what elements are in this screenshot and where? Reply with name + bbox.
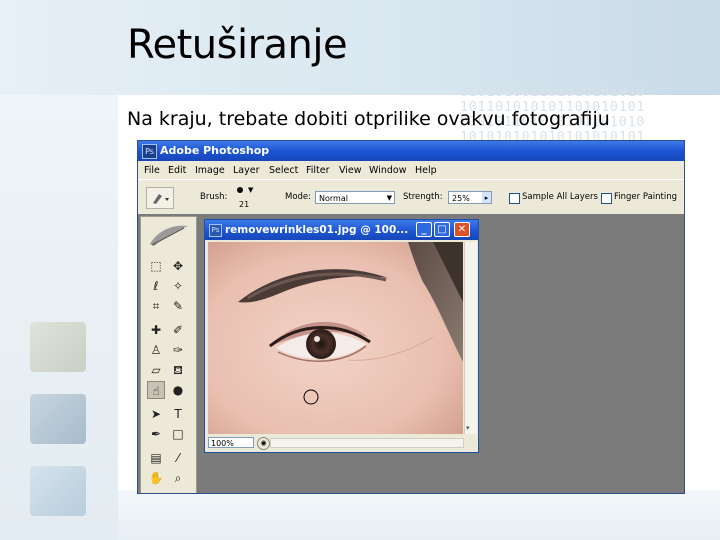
healing-brush-icon[interactable]: ✚ <box>147 321 165 339</box>
mode-select[interactable]: Normal ▼ <box>315 191 395 204</box>
close-button[interactable]: ✕ <box>454 222 470 237</box>
pen-tool-icon[interactable]: ✒ <box>147 425 165 443</box>
dodge-tool-icon[interactable]: ● <box>169 381 187 399</box>
brush-tool-icon[interactable]: ✐ <box>169 321 187 339</box>
menu-select[interactable]: Select <box>269 165 298 176</box>
zoom-tool-icon[interactable]: ⌕ <box>169 469 187 487</box>
document-status-bar: 100% ◉ <box>208 436 476 450</box>
eye-photo-image <box>208 242 463 434</box>
eraser-icon[interactable]: ▱ <box>147 361 165 379</box>
photo-canvas[interactable] <box>208 242 463 434</box>
strength-input[interactable]: 25% ▸ <box>448 191 492 204</box>
brush-dot-icon <box>237 187 243 193</box>
photoshop-title-bar: Ps Adobe Photoshop <box>138 141 684 161</box>
smudge-tool-icon[interactable]: ☝ <box>147 381 165 399</box>
brush-label: Brush: <box>200 192 228 202</box>
app-title: Adobe Photoshop <box>160 144 270 157</box>
decorative-square <box>30 394 86 444</box>
mode-label: Mode: <box>285 192 312 202</box>
hand-tool-icon[interactable]: ✋ <box>147 469 165 487</box>
brush-picker[interactable]: ▼ 21 <box>231 184 259 210</box>
magic-wand-icon[interactable]: ✧ <box>169 277 187 295</box>
shape-tool-icon[interactable]: □ <box>169 425 187 443</box>
zoom-value: 100% <box>211 439 234 448</box>
slide-body-text: Na kraju, trebate dobiti otprilike ovakv… <box>127 108 610 130</box>
crop-tool-icon[interactable]: ⌗ <box>147 297 165 315</box>
path-selection-icon[interactable]: ➤ <box>147 405 165 423</box>
menu-window[interactable]: Window <box>369 165 406 176</box>
lasso-tool-icon[interactable]: ℓ <box>147 277 165 295</box>
paint-bucket-icon[interactable]: ⛾ <box>169 361 187 379</box>
menu-view[interactable]: View <box>339 165 362 176</box>
finger-painting-checkbox[interactable] <box>601 193 612 204</box>
menu-filter[interactable]: Filter <box>306 165 330 176</box>
vertical-scrollbar[interactable]: ▾ <box>464 242 477 434</box>
notes-icon[interactable]: ▤ <box>147 449 165 467</box>
slide-bottom-band <box>118 490 720 540</box>
menu-help[interactable]: Help <box>415 165 437 176</box>
decorative-square <box>30 322 86 372</box>
options-bar: Brush: ▼ 21 Mode: Normal ▼ Strength: 25%… <box>138 179 684 215</box>
strength-value: 25% <box>452 194 470 203</box>
horizontal-scrollbar[interactable] <box>270 438 464 448</box>
slice-tool-icon[interactable]: ✎ <box>169 297 187 315</box>
menu-edit[interactable]: Edit <box>168 165 186 176</box>
slide-header-band <box>0 0 720 95</box>
clone-stamp-icon[interactable]: ♙ <box>147 341 165 359</box>
menu-image[interactable]: Image <box>195 165 225 176</box>
document-title: removewrinkles01.jpg @ 100... <box>225 224 409 236</box>
decorative-square <box>30 466 86 516</box>
marquee-tool-icon[interactable]: ⬚ <box>147 257 165 275</box>
menu-bar: File Edit Image Layer Select Filter View… <box>138 161 684 179</box>
move-tool-icon[interactable]: ✥ <box>169 257 187 275</box>
chevron-down-icon: ▼ <box>386 194 392 202</box>
toolbox: ⬚ ✥ ℓ ✧ ⌗ ✎ ✚ ✐ ♙ ✑ ▱ ⛾ ☝ ● ➤ T ✒ □ ▤ ⁄ … <box>140 216 197 493</box>
smudge-tool-icon <box>153 194 169 204</box>
sample-all-layers-label: Sample All Layers <box>522 192 598 202</box>
chevron-down-icon: ▼ <box>248 186 254 194</box>
sample-all-layers-checkbox[interactable] <box>509 193 520 204</box>
brush-size: 21 <box>239 200 250 209</box>
status-info-icon[interactable]: ◉ <box>257 437 270 450</box>
maximize-button[interactable]: □ <box>434 222 450 237</box>
menu-file[interactable]: File <box>144 165 160 176</box>
minimize-button[interactable]: _ <box>416 222 432 237</box>
mode-value: Normal <box>319 194 348 203</box>
scroll-down-arrow-icon[interactable]: ▾ <box>466 424 470 432</box>
finger-painting-label: Finger Painting <box>614 192 678 202</box>
menu-layer[interactable]: Layer <box>233 165 260 176</box>
history-brush-icon[interactable]: ✑ <box>169 341 187 359</box>
chevron-right-icon: ▸ <box>482 192 491 203</box>
workspace: ⬚ ✥ ℓ ✧ ⌗ ✎ ✚ ✐ ♙ ✑ ▱ ⛾ ☝ ● ➤ T ✒ □ ▤ ⁄ … <box>138 214 684 493</box>
tool-preset-picker[interactable] <box>146 187 174 209</box>
photoshop-window: Ps Adobe Photoshop File Edit Image Layer… <box>137 140 685 494</box>
feather-icon <box>144 220 192 250</box>
slide-title: Retuširanje <box>127 22 348 68</box>
photoshop-doc-icon: Ps <box>209 224 222 237</box>
eyedropper-icon[interactable]: ⁄ <box>169 449 187 467</box>
strength-label: Strength: <box>403 192 443 202</box>
document-title-bar[interactable]: Ps removewrinkles01.jpg @ 100... _ □ ✕ <box>205 220 478 240</box>
photoshop-logo-icon: Ps <box>142 144 157 159</box>
zoom-field[interactable]: 100% <box>208 437 254 448</box>
type-tool-icon[interactable]: T <box>169 405 187 423</box>
document-window: Ps removewrinkles01.jpg @ 100... _ □ ✕ ▾… <box>204 219 479 453</box>
